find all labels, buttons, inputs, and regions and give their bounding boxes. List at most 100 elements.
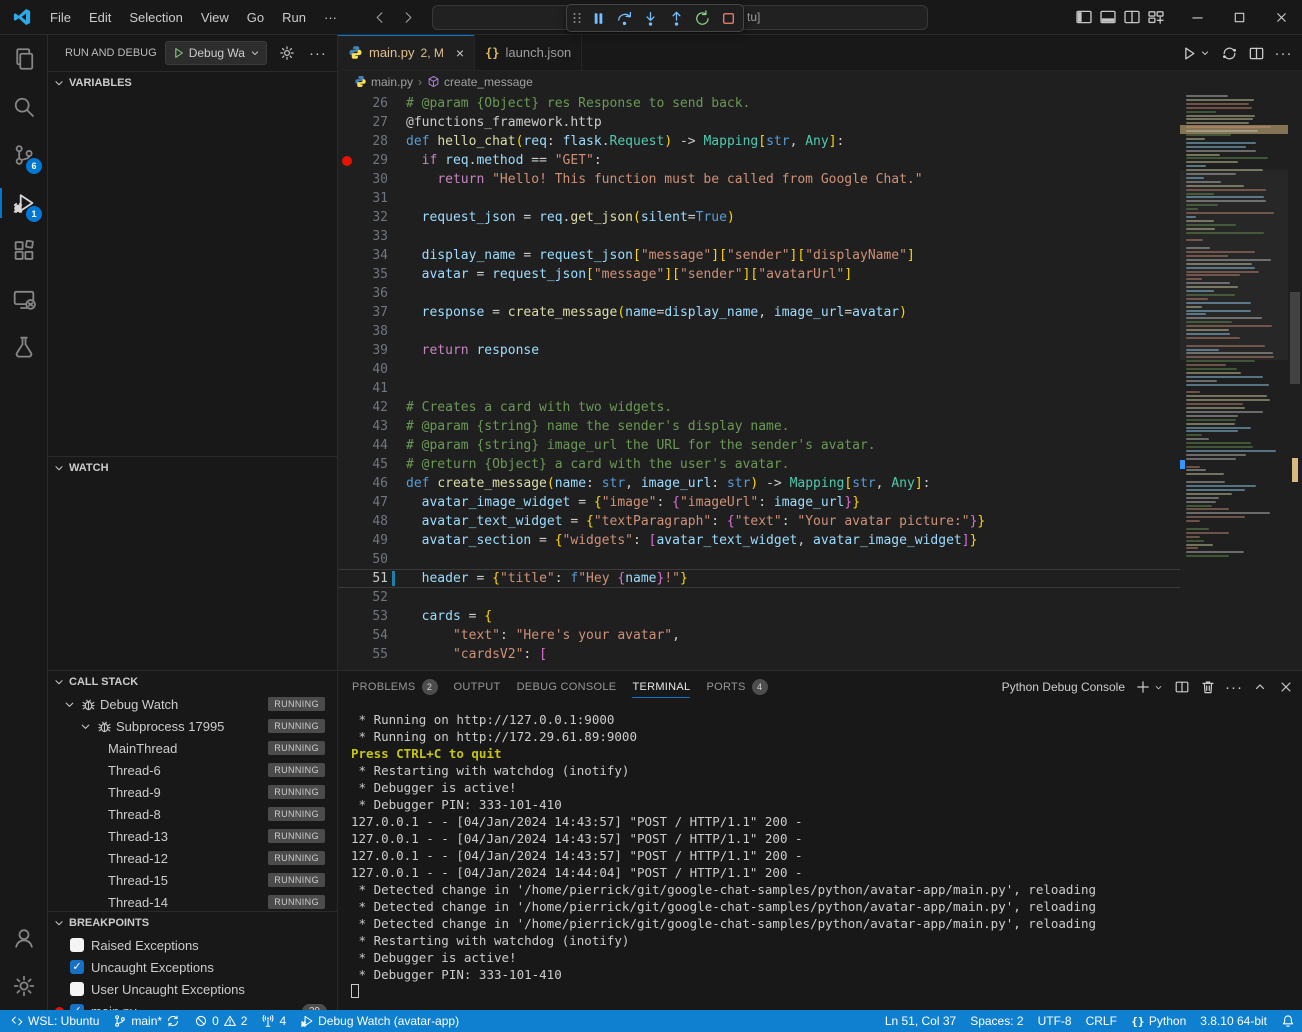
- activity-item-extensions[interactable]: [0, 227, 48, 275]
- back-icon[interactable]: [372, 10, 387, 25]
- split-editor-icon[interactable]: [1122, 7, 1142, 27]
- close-button[interactable]: [1260, 0, 1302, 35]
- terminal-dropdown-icon[interactable]: [1153, 682, 1164, 693]
- status-eol[interactable]: CRLF: [1079, 1010, 1124, 1032]
- step-over-button[interactable]: [611, 6, 637, 30]
- split-editor-icon[interactable]: [1248, 45, 1265, 62]
- run-python-file-icon[interactable]: [1180, 45, 1197, 62]
- breakpoints-section-header[interactable]: BREAKPOINTS: [48, 912, 337, 934]
- breakpoint-row[interactable]: Raised Exceptions: [48, 934, 337, 956]
- status-problems[interactable]: 02: [187, 1010, 254, 1032]
- activity-item-search[interactable]: [0, 83, 48, 131]
- breadcrumb-item[interactable]: main.py: [354, 75, 413, 89]
- call-stack-row[interactable]: Thread-14RUNNING: [48, 891, 337, 911]
- call-stack-row[interactable]: Thread-9RUNNING: [48, 781, 337, 803]
- activity-item-accounts[interactable]: [0, 914, 48, 962]
- breakpoint-checkbox[interactable]: [70, 938, 84, 952]
- call-stack-row[interactable]: Thread-6RUNNING: [48, 759, 337, 781]
- maximize-panel-icon[interactable]: [1252, 679, 1268, 695]
- breakpoint-row[interactable]: User Uncaught Exceptions: [48, 978, 337, 1000]
- call-stack-row[interactable]: Thread-15RUNNING: [48, 869, 337, 891]
- watch-section-header[interactable]: WATCH: [48, 457, 337, 479]
- scrollbar-thumb[interactable]: [1290, 292, 1300, 384]
- activity-item-source-control[interactable]: 6: [0, 131, 48, 179]
- status-remote[interactable]: WSL: Ubuntu: [0, 1010, 106, 1032]
- more-actions-icon[interactable]: ···: [1275, 45, 1292, 62]
- activity-item-settings[interactable]: [0, 962, 48, 1010]
- minimize-button[interactable]: [1176, 0, 1218, 35]
- status-branch[interactable]: main*: [106, 1010, 187, 1032]
- terminal-output[interactable]: * Running on http://127.0.0.1:9000 * Run…: [338, 703, 1302, 1010]
- status-notifications[interactable]: [1274, 1010, 1302, 1032]
- more-actions-icon[interactable]: ···: [309, 45, 327, 62]
- panel-tab-terminal[interactable]: TERMINAL: [632, 671, 690, 703]
- panel-tab-ports[interactable]: PORTS4: [706, 671, 767, 703]
- tab-main-py[interactable]: main.py2, M×: [338, 35, 475, 70]
- customize-layout-icon[interactable]: [1146, 7, 1166, 27]
- tab-launch-json[interactable]: {}launch.json: [475, 35, 582, 70]
- menu-view[interactable]: View: [192, 0, 238, 35]
- status-cursor-position[interactable]: Ln 51, Col 37: [878, 1010, 963, 1032]
- menu-selection[interactable]: Selection: [120, 0, 191, 35]
- status-language-mode[interactable]: {}Python: [1124, 1010, 1193, 1032]
- status-debug-session[interactable]: Debug Watch (avatar-app): [293, 1010, 466, 1032]
- activity-item-explorer[interactable]: [0, 35, 48, 83]
- call-stack-row[interactable]: Thread-13RUNNING: [48, 825, 337, 847]
- panel-tab-debug-console[interactable]: DEBUG CONSOLE: [517, 671, 617, 703]
- stop-button[interactable]: [715, 6, 741, 30]
- close-icon: [1274, 10, 1289, 25]
- menu-overflow[interactable]: ···: [315, 0, 346, 35]
- status-ports-forwarded[interactable]: 4: [254, 1010, 293, 1032]
- call-stack-row[interactable]: Subprocess 17995RUNNING: [48, 715, 337, 737]
- new-terminal-icon[interactable]: [1135, 679, 1151, 695]
- code-editor[interactable]: 26# @param {Object} res Response to send…: [338, 92, 1302, 670]
- toggle-panel-icon[interactable]: [1098, 7, 1118, 27]
- call-stack-row[interactable]: MainThreadRUNNING: [48, 737, 337, 759]
- editor-scrollbar[interactable]: [1288, 92, 1302, 670]
- breakpoint-row[interactable]: ✓Uncaught Exceptions: [48, 956, 337, 978]
- variables-section-header[interactable]: VARIABLES: [48, 72, 337, 94]
- close-panel-icon[interactable]: [1278, 679, 1294, 695]
- minimap[interactable]: [1180, 92, 1288, 670]
- call-stack-section-header[interactable]: CALL STACK: [48, 671, 337, 693]
- start-debug-icon[interactable]: [171, 46, 185, 60]
- call-stack-row[interactable]: Thread-12RUNNING: [48, 847, 337, 869]
- panel-tab-output[interactable]: OUTPUT: [454, 671, 501, 703]
- breakpoint-checkbox[interactable]: [70, 982, 84, 996]
- menu-file[interactable]: File: [41, 0, 80, 35]
- breakpoint-row[interactable]: ✓main.py29: [48, 1000, 337, 1010]
- activity-item-testing[interactable]: [0, 323, 48, 371]
- split-terminal-icon[interactable]: [1174, 679, 1190, 695]
- close-tab-icon[interactable]: ×: [456, 45, 464, 61]
- step-out-button[interactable]: [663, 6, 689, 30]
- menu-go[interactable]: Go: [238, 0, 273, 35]
- run-or-debug-icon[interactable]: [1221, 45, 1238, 62]
- menu-edit[interactable]: Edit: [80, 0, 120, 35]
- pause-button[interactable]: [585, 6, 611, 30]
- activity-item-remote-explorer[interactable]: [0, 275, 48, 323]
- terminal-instance[interactable]: Python Debug Console: [981, 679, 1125, 695]
- menu-run[interactable]: Run: [273, 0, 315, 35]
- minimap-slider[interactable]: [1180, 170, 1288, 360]
- breadcrumb-item[interactable]: create_message: [427, 75, 533, 89]
- breakpoint-checkbox[interactable]: ✓: [70, 960, 84, 974]
- forward-icon[interactable]: [401, 10, 416, 25]
- toggle-primary-sidebar-icon[interactable]: [1074, 7, 1094, 27]
- more-actions-icon[interactable]: ···: [1226, 679, 1242, 695]
- kill-terminal-icon[interactable]: [1200, 679, 1216, 695]
- step-into-button[interactable]: [637, 6, 663, 30]
- activity-item-run-and-debug[interactable]: 1: [0, 179, 48, 227]
- gutter-breakpoint-area[interactable]: [338, 156, 356, 166]
- restart-button[interactable]: [689, 6, 715, 30]
- panel-tab-problems[interactable]: PROBLEMS2: [352, 671, 438, 703]
- run-dropdown-icon[interactable]: [1199, 47, 1211, 59]
- status-indentation[interactable]: Spaces: 2: [963, 1010, 1030, 1032]
- call-stack-row[interactable]: Debug WatchRUNNING: [48, 693, 337, 715]
- debug-config-dropdown[interactable]: Debug Wa: [165, 41, 267, 65]
- call-stack-row[interactable]: Thread-8RUNNING: [48, 803, 337, 825]
- status-python-interpreter[interactable]: 3.8.10 64-bit: [1193, 1010, 1274, 1032]
- status-encoding[interactable]: UTF-8: [1031, 1010, 1079, 1032]
- drag-handle-icon[interactable]: [569, 6, 585, 30]
- debug-settings-gear-icon[interactable]: [279, 45, 295, 61]
- maximize-button[interactable]: [1218, 0, 1260, 35]
